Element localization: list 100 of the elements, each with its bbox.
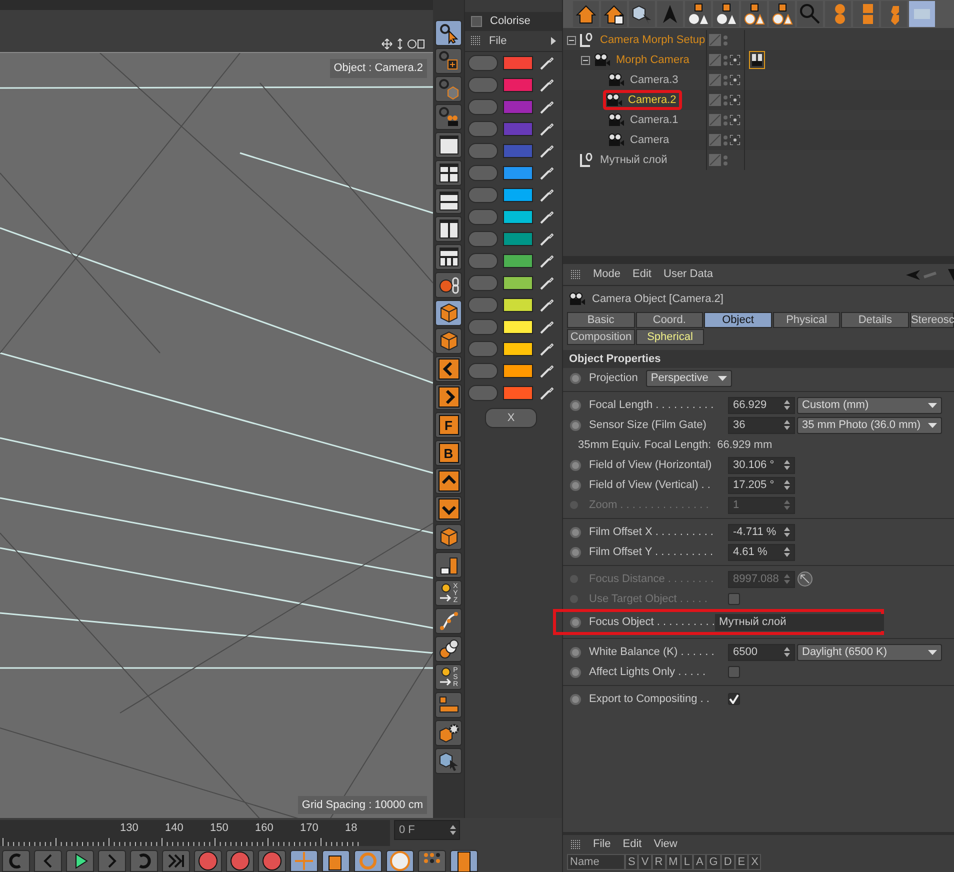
color-swatch[interactable] [503,188,533,202]
toggle-button[interactable] [468,55,498,71]
color-swatch[interactable] [503,276,533,290]
tool-button[interactable] [435,104,462,130]
number-field[interactable]: 66.929 [728,396,795,414]
color-swatch[interactable] [503,254,533,268]
dropdown[interactable]: Daylight (6500 K) [797,644,942,660]
tool-button[interactable] [435,132,462,158]
checkbox[interactable] [728,666,740,678]
object-name[interactable]: Morph Camera [614,52,692,68]
tool-button[interactable]: B [435,440,462,466]
dropdown[interactable]: Perspective [646,370,732,386]
tool-button[interactable] [435,384,462,410]
color-swatch[interactable] [503,232,533,246]
tool-button[interactable] [435,524,462,550]
toggle-button[interactable] [468,297,498,313]
tool-button[interactable] [435,552,462,578]
object-name[interactable]: Camera.2 [626,92,678,108]
toggle-button[interactable] [468,121,498,137]
collapse-icon[interactable] [581,56,590,64]
eyedropper-icon[interactable] [540,232,554,246]
number-field[interactable]: 4.61 % [728,544,795,560]
number-field[interactable]: 17.205 ° [728,476,795,494]
tab[interactable]: Basic [567,312,635,328]
object-name[interactable]: Camera.1 [628,112,680,128]
toggle-button[interactable] [468,231,498,247]
number-field[interactable]: 36 [728,416,795,434]
animation-radio[interactable] [570,546,581,558]
eyedropper-icon[interactable] [540,144,554,158]
tool-button[interactable] [435,48,462,74]
timeline-ruler[interactable]: 130 140 150 160 170 18 [0,820,390,846]
column-header[interactable]: R [652,854,666,870]
tab[interactable]: Composition [567,329,635,345]
frame-field[interactable]: 0 F [394,820,460,840]
clear-button[interactable]: X [485,408,537,428]
animation-radio[interactable] [570,460,581,470]
column-header[interactable]: X [748,854,762,870]
eyedropper-icon[interactable] [540,254,554,268]
color-swatch[interactable] [503,144,533,158]
link-field[interactable]: Мутный слой [714,614,884,630]
menu-item[interactable]: File [593,836,611,853]
eyedropper-icon[interactable] [540,78,554,92]
tool-button[interactable] [435,748,462,774]
tool-button[interactable] [435,608,462,634]
tool-button[interactable] [435,720,462,746]
tool-button[interactable] [435,496,462,522]
tab[interactable]: Object [704,312,772,328]
color-swatch[interactable] [503,78,533,92]
column-header[interactable]: A [692,854,706,870]
tab[interactable]: Physical [772,312,840,328]
column-header[interactable]: S [625,854,638,870]
tool-button[interactable] [435,300,462,326]
tool-button[interactable] [435,272,462,298]
cube-cursor-icon[interactable] [631,3,653,25]
object-name[interactable]: Camera [628,132,672,148]
color-swatch[interactable] [503,364,533,378]
tool-button[interactable] [435,188,462,214]
toggle-button[interactable] [468,341,498,357]
column-header[interactable]: M [666,854,681,870]
toggle-button[interactable] [468,187,498,203]
eyedropper-icon[interactable] [540,320,554,334]
object-name[interactable]: Camera Morph Setup [598,32,708,48]
tool-button[interactable] [435,692,462,718]
eyedropper-icon[interactable] [540,210,554,224]
column-header[interactable]: Name [567,854,625,870]
animation-radio[interactable] [570,666,581,678]
color-swatch[interactable] [503,166,533,180]
tab[interactable]: Spherical [636,329,704,345]
column-header[interactable]: G [706,854,721,870]
animation-radio[interactable] [570,480,581,490]
tool-button[interactable] [435,468,462,494]
animation-radio[interactable] [570,372,581,384]
tab[interactable]: Details [841,312,909,328]
help-icon[interactable] [261,850,283,872]
column-header[interactable]: L [680,854,693,870]
eyedropper-icon[interactable] [540,122,554,136]
tool-button[interactable] [435,216,462,242]
toggle-button[interactable] [468,319,498,335]
tool-button[interactable] [435,20,462,46]
parameter-icon[interactable] [389,850,411,872]
animation-radio[interactable] [570,646,581,658]
eyedropper-icon[interactable] [540,166,554,180]
number-field[interactable]: -4.711 % [728,524,795,540]
eyedropper-icon[interactable] [540,188,554,202]
back-arrow-icon[interactable] [904,268,954,280]
view-navigation-icon[interactable] [381,38,425,50]
menu-item[interactable]: Edit [632,266,652,283]
eyedropper-icon[interactable] [540,364,554,378]
tool-button[interactable] [435,636,462,662]
eyedropper-icon[interactable] [540,298,554,312]
tool-button[interactable] [435,160,462,186]
number-field[interactable]: 30.106 ° [728,456,795,474]
toggle-button[interactable] [468,363,498,379]
menu-item[interactable]: Mode [593,266,621,283]
tab[interactable]: Stereosc [910,312,954,328]
menu-item[interactable]: User Data [664,266,714,283]
key-icon[interactable] [197,850,219,872]
toggle-button[interactable] [468,253,498,269]
picker-icon[interactable] [797,571,813,587]
object-name[interactable]: Camera.3 [628,72,680,88]
